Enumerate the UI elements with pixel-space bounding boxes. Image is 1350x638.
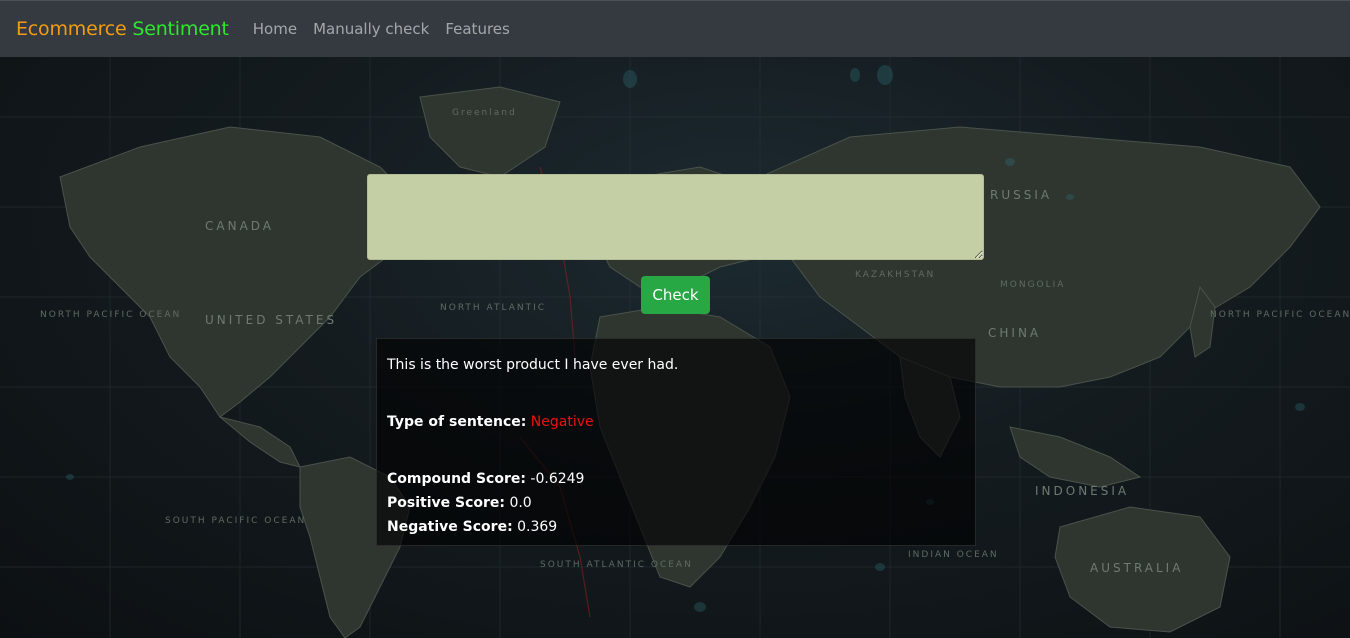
map-label-australia: AUSTRALIA: [1090, 561, 1183, 575]
map-label-united-states: UNITED STATES: [205, 313, 337, 327]
map-label-north-pacific-right: NORTH PACIFIC OCEAN: [1210, 310, 1350, 320]
result-type-value: Negative: [530, 414, 594, 430]
compound-score-value: -0.6249: [530, 471, 585, 487]
map-label-north-atlantic: NORTH ATLANTIC: [440, 303, 546, 313]
result-panel: This is the worst product I have ever ha…: [376, 338, 976, 546]
negative-score-label: Negative Score:: [387, 519, 513, 535]
positive-score-row: Positive Score: 0.0: [387, 491, 965, 515]
map-label-south-pacific: SOUTH PACIFIC OCEAN: [165, 516, 306, 526]
nav-link-features[interactable]: Features: [445, 20, 510, 38]
positive-score-label: Positive Score:: [387, 495, 505, 511]
compound-score-row: Compound Score: -0.6249: [387, 467, 965, 491]
map-label-kazakhstan: KAZAKHSTAN: [855, 270, 935, 280]
check-button[interactable]: Check: [641, 276, 710, 314]
brand-word-ecommerce[interactable]: Ecommerce: [16, 18, 127, 40]
map-label-south-atlantic: SOUTH ATLANTIC OCEAN: [540, 560, 693, 570]
result-type-label: Type of sentence:: [387, 414, 527, 430]
map-label-indonesia: INDONESIA: [1035, 484, 1129, 498]
result-type-row: Type of sentence: Negative: [387, 410, 965, 434]
navbar: Ecommerce Sentiment Home Manually check …: [0, 0, 1350, 57]
negative-score-row: Negative Score: 0.369: [387, 515, 965, 539]
map-label-canada: CANADA: [205, 219, 274, 233]
compound-score-label: Compound Score:: [387, 471, 526, 487]
map-label-mongolia: MONGOLIA: [1000, 280, 1065, 290]
result-sentence: This is the worst product I have ever ha…: [387, 357, 679, 373]
map-label-north-pacific-left: NORTH PACIFIC OCEAN: [40, 310, 181, 320]
sentence-input[interactable]: [367, 174, 984, 260]
positive-score-value: 0.0: [509, 495, 532, 511]
nav-link-home[interactable]: Home: [253, 20, 297, 38]
map-label-greenland: Greenland: [452, 108, 517, 118]
map-label-russia: RUSSIA: [990, 188, 1052, 202]
nav-link-manually-check[interactable]: Manually check: [313, 20, 429, 38]
brand-logo[interactable]: Ecommerce Sentiment: [16, 18, 229, 40]
hero-section: CANADA UNITED STATES RUSSIA CHINA INDONE…: [0, 57, 1350, 638]
map-label-indian: INDIAN OCEAN: [908, 550, 999, 560]
negative-score-value: 0.369: [517, 519, 558, 535]
brand-word-sentiment[interactable]: Sentiment: [132, 18, 229, 40]
map-label-china: CHINA: [988, 326, 1041, 340]
